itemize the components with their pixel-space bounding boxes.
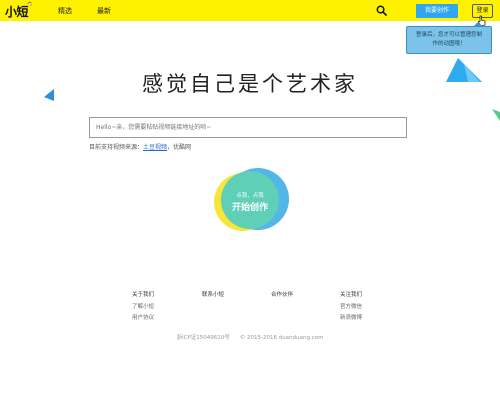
footer-link-wechat[interactable]: 官方微信: [340, 302, 362, 313]
tooltip-line-1: 登录后，您才可以管理您制: [415, 32, 482, 38]
deco-triangle-green: [492, 109, 500, 121]
footer-link-weibo[interactable]: 新浪微博: [340, 313, 362, 324]
footer-head-partners[interactable]: 合作伙伴: [271, 290, 293, 301]
top-bar: 小短 精选 最新 我要创作 登录: [0, 0, 500, 21]
source-suffix: ，优酷网: [167, 144, 192, 151]
start-create-button-group: 点我，点我 开始创作: [213, 165, 289, 231]
nav-featured[interactable]: 精选: [58, 6, 72, 16]
icp-number: 浙ICP证15049610号: [176, 335, 230, 341]
footer-col-contact: 联系小短: [202, 290, 224, 302]
page-slogan: 感觉自己是个艺术家: [142, 72, 358, 96]
logo-spark-icon: [27, 1, 32, 6]
copyright-text: © 2015-2016 duanduang.com: [239, 335, 324, 341]
start-button-subtitle: 点我，点我: [236, 193, 264, 199]
source-prefix: 目前支持视频来源：: [89, 144, 144, 151]
footer-col-partners: 合作伙伴: [271, 290, 293, 302]
footer-col-about: 关于我们 了解小短 用户协议: [132, 290, 154, 324]
copyright-line: 浙ICP证15049610号 © 2015-2016 duanduang.com: [0, 333, 500, 341]
footer-head-contact[interactable]: 联系小短: [202, 290, 224, 301]
footer-head-follow: 关注我们: [340, 292, 363, 298]
footer-col-follow: 关注我们 官方微信 新浪微博: [340, 290, 362, 324]
footer-link-user-agreement[interactable]: 用户协议: [132, 313, 154, 324]
footer-link-about-us[interactable]: 了解小短: [132, 302, 154, 313]
video-url-input[interactable]: [89, 117, 407, 138]
source-link-tudou[interactable]: 土豆视频: [143, 144, 167, 151]
site-logo[interactable]: 小短: [5, 3, 29, 20]
search-icon[interactable]: [376, 5, 387, 16]
nav-latest[interactable]: 最新: [97, 6, 111, 16]
create-button[interactable]: 我要创作: [416, 4, 458, 18]
login-tooltip: 登录后，您才可以管理您制 作的动图哦！: [406, 26, 492, 54]
start-create-button[interactable]: 点我，点我 开始创作: [221, 171, 279, 229]
supported-sources: 目前支持视频来源：土豆视频，优酷网: [89, 142, 191, 151]
footer-head-about: 关于我们: [132, 292, 155, 298]
start-button-label: 开始创作: [231, 203, 268, 213]
tooltip-line-2: 作的动图哦！: [432, 41, 466, 47]
